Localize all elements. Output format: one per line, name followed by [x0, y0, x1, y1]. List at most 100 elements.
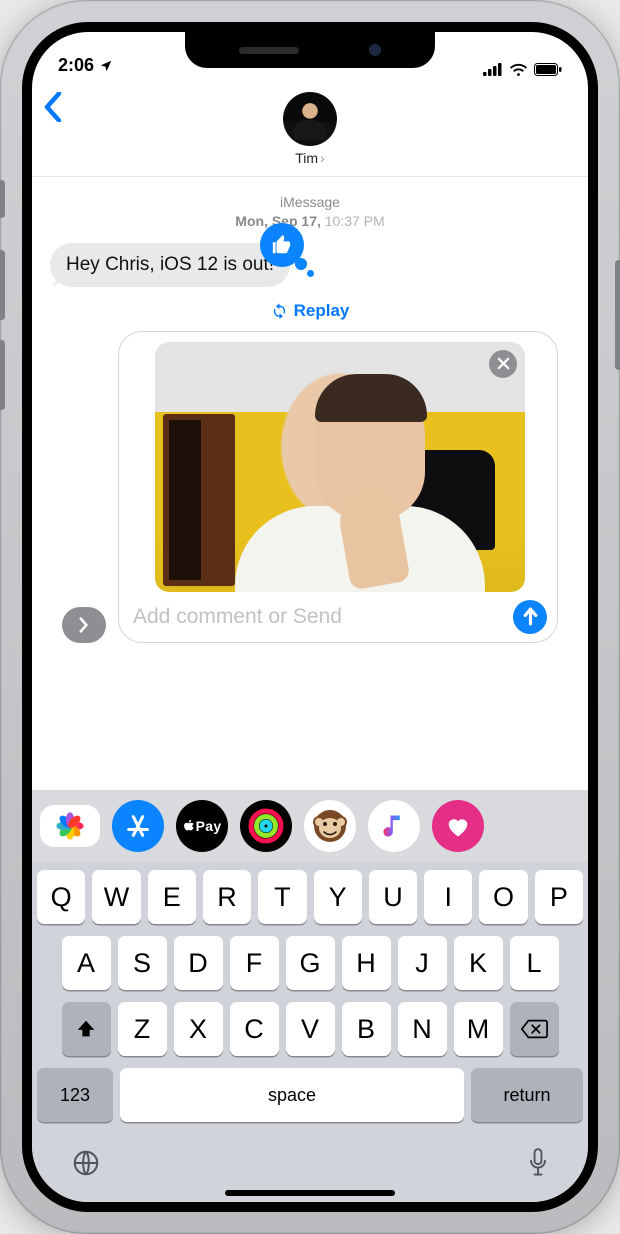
activity-rings-icon [246, 806, 286, 846]
replay-button[interactable]: Replay [50, 301, 570, 321]
incoming-message[interactable]: Hey Chris, iOS 12 is out! [50, 243, 290, 287]
apple-pay-app[interactable]: Pay [176, 800, 228, 852]
front-camera [369, 44, 381, 56]
activity-app[interactable] [240, 800, 292, 852]
key-k[interactable]: K [454, 936, 503, 990]
side-button [615, 260, 620, 370]
key-y[interactable]: Y [314, 870, 362, 924]
backspace-icon [520, 1018, 548, 1040]
key-b[interactable]: B [342, 1002, 391, 1056]
replay-icon [271, 302, 288, 319]
replay-label: Replay [294, 301, 350, 321]
key-label: B [357, 1014, 375, 1045]
key-u[interactable]: U [369, 870, 417, 924]
key-o[interactable]: O [479, 870, 527, 924]
volume-down-button [0, 340, 5, 410]
key-label: W [104, 882, 129, 913]
key-e[interactable]: E [148, 870, 196, 924]
key-c[interactable]: C [230, 1002, 279, 1056]
close-icon [497, 357, 510, 370]
appstore-app[interactable] [112, 800, 164, 852]
music-app[interactable] [368, 800, 420, 852]
thumbs-up-icon [271, 234, 293, 256]
key-label: U [383, 882, 403, 913]
key-label: K [469, 948, 487, 979]
key-a[interactable]: A [62, 936, 111, 990]
key-label: X [189, 1014, 207, 1045]
key-label: Z [134, 1014, 151, 1045]
key-q[interactable]: Q [37, 870, 85, 924]
remove-attachment-button[interactable] [489, 350, 517, 378]
key-l[interactable]: L [510, 936, 559, 990]
key-label: H [356, 948, 376, 979]
shift-key[interactable] [62, 1002, 111, 1056]
key-label: E [163, 882, 181, 913]
key-label: V [301, 1014, 319, 1045]
battery-icon [534, 63, 562, 76]
conversation-header: Tim › [32, 82, 588, 177]
app-drawer-button[interactable] [62, 607, 106, 643]
thumbs-up-tapback[interactable] [260, 223, 304, 267]
phone-frame: 2:06 [0, 0, 620, 1234]
earpiece [239, 47, 299, 54]
contact-name: Tim [295, 150, 318, 166]
key-label: C [244, 1014, 264, 1045]
home-indicator[interactable] [225, 1190, 395, 1196]
key-label: D [188, 948, 208, 979]
key-label: L [526, 948, 541, 979]
animoji-app[interactable] [304, 800, 356, 852]
compose-placeholder: Add comment or Send [133, 605, 503, 629]
key-z[interactable]: Z [118, 1002, 167, 1056]
key-label: S [133, 948, 151, 979]
back-button[interactable] [44, 92, 62, 122]
location-icon [99, 59, 113, 73]
key-label: N [412, 1014, 432, 1045]
message-thread[interactable]: iMessage Mon, Sep 17, 10:37 PM Hey Chris… [32, 177, 588, 790]
key-h[interactable]: H [342, 936, 391, 990]
camera-photo-attachment[interactable] [155, 342, 525, 592]
key-p[interactable]: P [535, 870, 583, 924]
key-t[interactable]: T [258, 870, 306, 924]
service-label: iMessage [50, 193, 570, 212]
numeric-key[interactable]: 123 [37, 1068, 113, 1122]
wifi-icon [509, 63, 528, 76]
key-m[interactable]: M [454, 1002, 503, 1056]
keyboard[interactable]: QW E RTYUIOP AS DFGH J K L Z X C V B NM 123 space r… [32, 862, 588, 1202]
key-label: R [217, 882, 237, 913]
backspace-key[interactable] [510, 1002, 559, 1056]
return-key[interactable]: return [471, 1068, 583, 1122]
screen: 2:06 [22, 22, 598, 1212]
key-r[interactable]: R [203, 870, 251, 924]
contact-name-button[interactable]: Tim › [32, 150, 588, 166]
send-button[interactable] [513, 600, 547, 634]
key-x[interactable]: X [174, 1002, 223, 1056]
dictation-key[interactable] [527, 1148, 549, 1178]
key-label: P [550, 882, 568, 913]
key-i[interactable]: I [424, 870, 472, 924]
apple-pay-icon: Pay [183, 818, 222, 834]
key-v[interactable]: V [286, 1002, 335, 1056]
globe-key[interactable] [71, 1148, 101, 1178]
arrow-up-icon [522, 607, 539, 626]
key-w[interactable]: W [92, 870, 140, 924]
digital-touch-app[interactable] [432, 800, 484, 852]
photos-app[interactable] [40, 805, 100, 847]
key-label: J [415, 948, 429, 979]
key-g[interactable]: G [286, 936, 335, 990]
key-n[interactable]: N [398, 1002, 447, 1056]
key-d[interactable]: D [174, 936, 223, 990]
appstore-icon [124, 812, 152, 840]
thread-timestamp: iMessage Mon, Sep 17, 10:37 PM [50, 193, 570, 231]
key-s[interactable]: S [118, 936, 167, 990]
notch [185, 32, 435, 68]
space-key[interactable]: space [120, 1068, 464, 1122]
compose-field[interactable]: Add comment or Send [118, 331, 558, 643]
message-text: Hey Chris, iOS 12 is out! [66, 254, 274, 275]
volume-up-button [0, 250, 5, 320]
chevron-right-icon: › [320, 150, 325, 166]
imessage-app-strip[interactable]: Pay [32, 790, 588, 862]
key-j[interactable]: J [398, 936, 447, 990]
status-time: 2:06 [58, 55, 94, 76]
key-f[interactable]: F [230, 936, 279, 990]
contact-avatar[interactable] [283, 92, 337, 146]
